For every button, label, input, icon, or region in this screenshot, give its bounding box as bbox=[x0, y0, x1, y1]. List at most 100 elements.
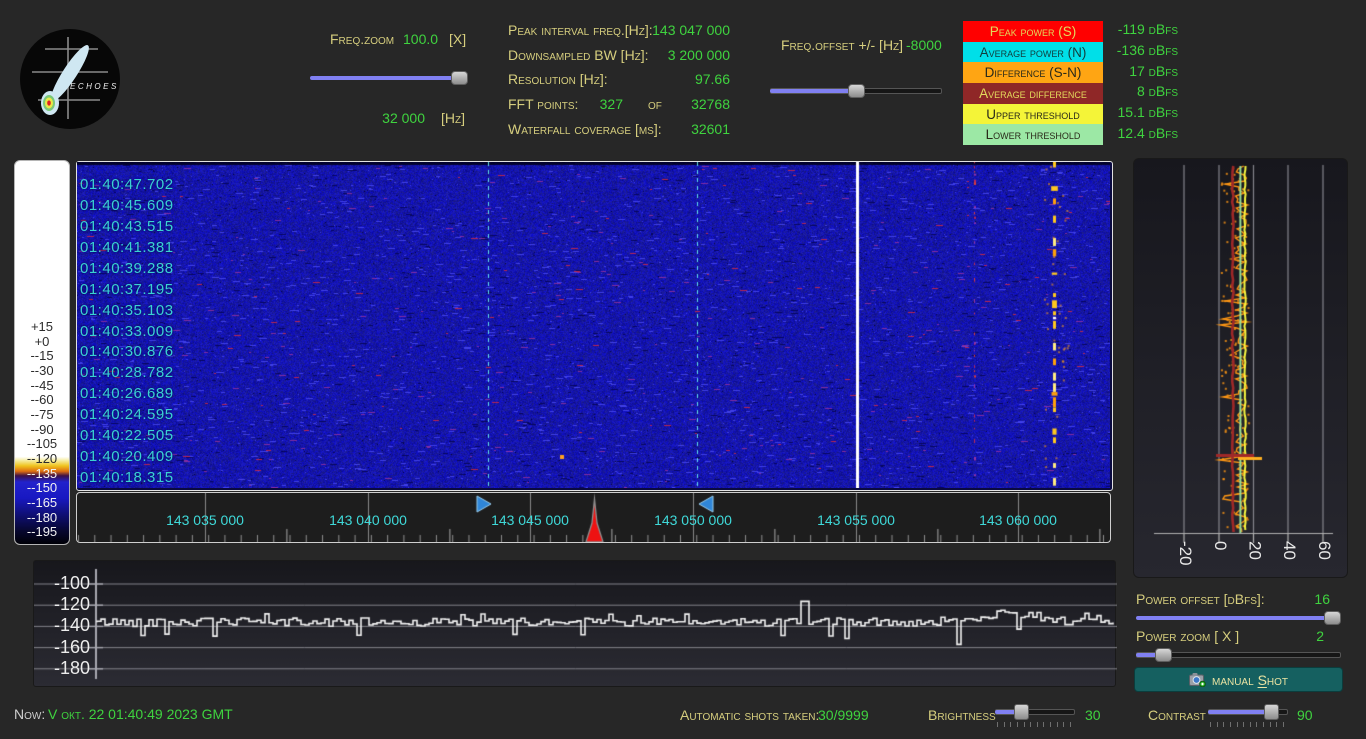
colorbar-label-0: +15 bbox=[30, 319, 54, 334]
legend-item-5: Lower threshold bbox=[963, 124, 1103, 146]
histogram-x-label-3: 40 bbox=[1280, 541, 1299, 560]
freq-tick-label-4: 143 055 000 bbox=[817, 512, 895, 528]
power-offset-slider-handle[interactable] bbox=[1324, 611, 1341, 625]
colorbar-label-7: --90 bbox=[30, 421, 54, 437]
histogram-x-label-1: 0 bbox=[1211, 541, 1230, 551]
waterfall-timestamp-13: 01:40:20.409 bbox=[80, 448, 174, 466]
freq-span-unit: [Hz] bbox=[441, 110, 465, 126]
fft-points-value: 327 bbox=[599, 96, 623, 112]
spectrum-y-label-1: -120 bbox=[53, 594, 90, 615]
freq-zoom-label: Freq.zoom bbox=[330, 31, 395, 47]
waterfall-timestamp-5: 01:40:37.195 bbox=[80, 280, 174, 298]
echoes-logo: ECHOES bbox=[20, 29, 120, 129]
dbfs-value-2: 17 dBfs bbox=[1129, 62, 1178, 79]
now-value: V окт. 22 01:40:49 2023 GMT bbox=[48, 706, 233, 722]
manual-shot-button[interactable]: manual Shot bbox=[1134, 667, 1343, 692]
colorbar-label-8: --105 bbox=[26, 436, 58, 452]
freq-zoom-unit: [X] bbox=[449, 31, 467, 47]
dbfs-readouts: -119 dBfs -136 dBfs 17 dBfs 8 dBfs 15.1 dBfs… bbox=[1106, 19, 1178, 143]
contrast-slider-handle[interactable] bbox=[1264, 704, 1279, 720]
waterfall-timestamp-3: 01:40:41.381 bbox=[80, 238, 174, 256]
colorbar-label-13: --180 bbox=[26, 509, 58, 525]
spectrum-y-label-0: -100 bbox=[53, 573, 90, 593]
contrast-slider-ticks bbox=[1210, 722, 1284, 727]
power-offset-label: Power offset [dBfs]: bbox=[1136, 591, 1265, 607]
colorbar-label-12: --165 bbox=[26, 494, 58, 510]
freq-tick-label-3: 143 050 000 bbox=[654, 512, 732, 528]
legend-item-2: Difference (S-N) bbox=[963, 62, 1103, 84]
waterfall-timestamp-12: 01:40:22.505 bbox=[80, 427, 174, 445]
power-zoom-slider[interactable] bbox=[1136, 648, 1341, 662]
spectrum-y-label-4: -180 bbox=[53, 657, 90, 678]
freq-tick-label-0: 143 035 000 bbox=[166, 512, 244, 528]
legend-item-4: Upper threshold bbox=[963, 103, 1103, 125]
histogram-x-label-4: 60 bbox=[1315, 541, 1334, 560]
colorbar-label-10: --135 bbox=[26, 465, 58, 481]
spectrum-panel: -100 -120 -140 -160 -180 bbox=[33, 560, 1117, 687]
brightness-slider[interactable] bbox=[995, 703, 1075, 727]
freq-zoom-slider[interactable] bbox=[310, 71, 468, 85]
colorbar-label-3: --30 bbox=[30, 362, 54, 378]
histogram-x-label-2: 20 bbox=[1245, 541, 1265, 560]
freq-offset-slider-handle[interactable] bbox=[848, 84, 865, 98]
waterfall-timestamp-11: 01:40:24.595 bbox=[80, 406, 174, 424]
camera-plus-icon bbox=[1188, 673, 1206, 687]
power-offset-value: 16 bbox=[1314, 591, 1330, 607]
legend-item-0: Peak power (S) bbox=[963, 21, 1103, 42]
power-zoom-label: Power zoom [ X ] bbox=[1136, 628, 1240, 644]
waterfall-timestamp-14: 01:40:18.315 bbox=[80, 469, 174, 487]
power-histogram-canvas bbox=[1134, 159, 1349, 579]
freq-span-value: 32 000 bbox=[382, 110, 425, 126]
peak-interval-freq-label: Peak interval freq.[Hz]: bbox=[508, 22, 653, 38]
waterfall-timestamp-9: 01:40:28.782 bbox=[80, 364, 174, 382]
frequency-scale[interactable]: 143 035 000 143 040 000 143 045 000 143 050… bbox=[76, 492, 1111, 543]
dbfs-value-0: -119 dBfs bbox=[1117, 21, 1178, 38]
dbfs-value-1: -136 dBfs bbox=[1116, 41, 1178, 58]
colorbar-label-2: --15 bbox=[30, 348, 54, 364]
dbfs-value-3: 8 dBfs bbox=[1136, 83, 1178, 100]
waterfall-frame: 01:40:47.702 01:40:45.609 01:40:43.515 01:4… bbox=[76, 161, 1113, 491]
colorbar-label-9: --120 bbox=[26, 450, 58, 466]
resolution-label: Resolution [Hz]: bbox=[508, 71, 608, 87]
brightness-value: 30 bbox=[1085, 707, 1101, 723]
power-zoom-slider-handle[interactable] bbox=[1155, 648, 1172, 662]
waterfall-timestamp-6: 01:40:35.103 bbox=[80, 301, 174, 319]
colorbar-label-1: +0 bbox=[34, 333, 50, 349]
colorbar-label-14: --195 bbox=[26, 524, 58, 540]
waterfall-timestamp-8: 01:40:30.876 bbox=[80, 343, 174, 361]
waterfall-timestamps: 01:40:47.702 01:40:45.609 01:40:43.515 01:4… bbox=[77, 162, 277, 490]
colorbar-label-6: --75 bbox=[30, 406, 54, 422]
power-colorbar: +15 +0 --15 --30 --45 --60 --75 --90 --105 --120-… bbox=[14, 160, 70, 545]
freq-tick-label-1: 143 040 000 bbox=[329, 512, 407, 528]
fft-points-label: FFT points: bbox=[508, 96, 579, 112]
spectrum-y-label-2: -140 bbox=[53, 615, 90, 636]
freq-zoom-slider-handle[interactable] bbox=[451, 71, 468, 85]
power-histogram-panel: -20 0 20 40 60 bbox=[1133, 158, 1349, 579]
brightness-slider-handle[interactable] bbox=[1014, 704, 1029, 720]
waterfall-timestamp-4: 01:40:39.288 bbox=[80, 259, 174, 277]
freq-tick-label-5: 143 060 000 bbox=[979, 512, 1057, 528]
freq-zoom-value: 100.0 bbox=[403, 31, 439, 47]
contrast-label: Contrast bbox=[1148, 707, 1206, 723]
freq-offset-value: -8000 bbox=[906, 37, 942, 53]
fft-points-of: of bbox=[648, 96, 662, 112]
waterfall-timestamp-10: 01:40:26.689 bbox=[80, 385, 174, 403]
spectrum-y-label-3: -160 bbox=[53, 636, 90, 657]
manual-shot-label: manual Shot bbox=[1211, 671, 1289, 688]
waterfall-coverage-value: 32601 bbox=[691, 121, 730, 137]
freq-offset-slider[interactable] bbox=[770, 84, 942, 98]
colorbar-label-4: --45 bbox=[30, 377, 54, 393]
shots-taken-label: Automatic shots taken: bbox=[680, 707, 820, 723]
freq-tick-label-2: 143 045 000 bbox=[491, 512, 569, 528]
shots-taken-value: 30/9999 bbox=[818, 707, 869, 723]
legend-item-1: Average power (N) bbox=[963, 41, 1103, 63]
dbfs-value-5: 12.4 dBfs bbox=[1117, 124, 1178, 141]
logo-text: ECHOES bbox=[70, 82, 119, 91]
contrast-slider[interactable] bbox=[1208, 703, 1288, 727]
power-offset-slider[interactable] bbox=[1136, 611, 1341, 625]
legend-panel: Peak power (S) Average power (N) Differenc… bbox=[963, 21, 1103, 146]
colorbar-label-11: --150 bbox=[26, 480, 58, 496]
waterfall-timestamp-2: 01:40:43.515 bbox=[80, 217, 174, 235]
downsampled-bw-value: 3 200 000 bbox=[667, 47, 730, 63]
brightness-slider-ticks bbox=[997, 722, 1071, 727]
